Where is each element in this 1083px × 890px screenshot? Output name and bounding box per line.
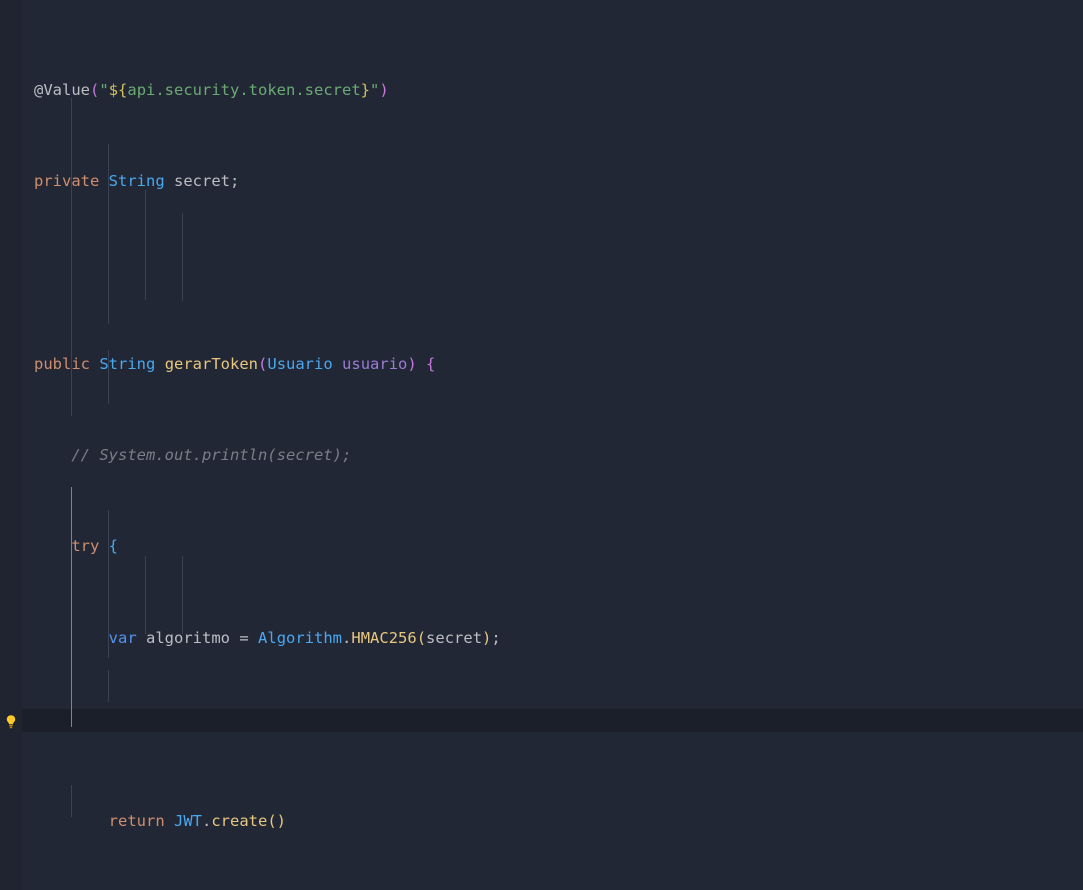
lightbulb-icon[interactable]	[3, 714, 19, 730]
indent-guide	[145, 556, 146, 634]
code-content[interactable]: @Value("${api.security.token.secret}") p…	[34, 10, 1083, 890]
code-line[interactable]: @Value("${api.security.token.secret}")	[34, 79, 1083, 102]
editor-gutter[interactable]	[0, 0, 22, 890]
indent-guide	[182, 213, 183, 301]
code-line[interactable]: private String secret;	[34, 170, 1083, 193]
indent-guide-active	[71, 487, 72, 727]
code-editor[interactable]: @Value("${api.security.token.secret}") p…	[0, 0, 1083, 890]
code-line[interactable]	[34, 718, 1083, 741]
code-line[interactable]: var algoritmo = Algorithm.HMAC256(secret…	[34, 627, 1083, 650]
code-line[interactable]: // System.out.println(secret);	[34, 444, 1083, 467]
indent-guide	[182, 556, 183, 634]
indent-guide	[108, 670, 109, 702]
code-line[interactable]	[34, 261, 1083, 284]
code-line[interactable]: public String gerarToken(Usuario usuario…	[34, 353, 1083, 376]
code-line[interactable]: return JWT.create()	[34, 810, 1083, 833]
code-line[interactable]: try {	[34, 535, 1083, 558]
